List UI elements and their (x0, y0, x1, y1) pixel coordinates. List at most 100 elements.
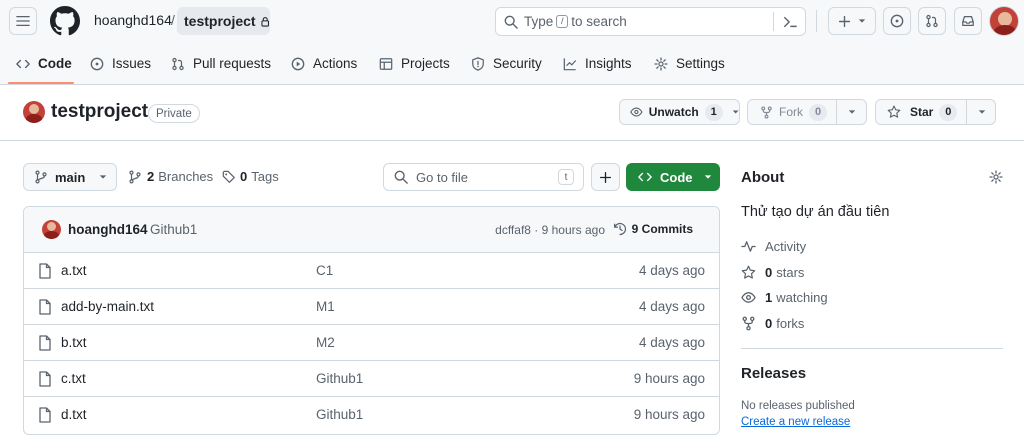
file-commit-message[interactable]: M1 (316, 299, 335, 314)
stars-count: 0 (765, 265, 773, 280)
commits-label: 9 Commits (631, 222, 693, 236)
github-icon (50, 6, 80, 36)
add-file-button[interactable] (591, 163, 620, 191)
file-name[interactable]: a.txt (61, 263, 87, 278)
active-tab-indicator (8, 82, 74, 84)
file-row[interactable]: a.txt C1 4 days ago (24, 253, 719, 289)
branch-selector[interactable]: main (23, 163, 117, 191)
issue-icon (90, 57, 104, 70)
tab-projects[interactable]: Projects (379, 42, 450, 85)
branches-link[interactable]: 2 Branches (128, 169, 213, 184)
tags-link[interactable]: 0 Tags (222, 169, 279, 184)
tab-settings[interactable]: Settings (654, 42, 725, 85)
file-row[interactable]: c.txt Github1 9 hours ago (24, 361, 719, 397)
repo-nav-tabs: Code Issues Pull requests Actions Projec… (0, 42, 1024, 85)
tab-security[interactable]: Security (471, 42, 542, 85)
file-commit-message[interactable]: C1 (316, 263, 333, 278)
graph-icon (563, 57, 577, 70)
stars-label: stars (776, 265, 805, 280)
user-avatar[interactable] (989, 6, 1019, 36)
tab-settings-label: Settings (676, 56, 725, 71)
search-shortcut: / (556, 15, 569, 28)
triangle-down-icon (732, 110, 739, 114)
watching-link[interactable]: 1 watching (741, 290, 828, 305)
git-branch-icon (129, 170, 141, 183)
star-button[interactable]: Star 0 (876, 100, 967, 124)
file-name[interactable]: b.txt (61, 335, 87, 350)
pull-requests-button[interactable] (918, 7, 946, 35)
star-dropdown-icon[interactable] (978, 108, 986, 116)
triangle-down-icon (858, 19, 866, 23)
menu-button[interactable] (9, 7, 37, 35)
tab-actions[interactable]: Actions (291, 42, 357, 85)
eye-icon (741, 292, 756, 303)
repo-breadcrumb[interactable]: testproject (177, 7, 270, 35)
releases-title[interactable]: Releases (741, 365, 806, 382)
github-logo[interactable] (50, 6, 80, 36)
file-name[interactable]: add-by-main.txt (61, 299, 154, 314)
file-name[interactable]: d.txt (61, 407, 87, 422)
commit-author-avatar[interactable] (42, 220, 61, 239)
tab-pull-requests[interactable]: Pull requests (171, 42, 271, 85)
code-button[interactable]: Code (626, 163, 720, 191)
tab-insights[interactable]: Insights (563, 42, 632, 85)
commit-hash-time[interactable]: dcffaf8 · 9 hours ago (495, 223, 605, 237)
gear-icon[interactable] (989, 170, 1003, 184)
search-prefix: Type (524, 14, 554, 29)
global-header: hoanghd164 / testproject Type / to searc… (0, 0, 1024, 85)
inbox-button[interactable] (954, 7, 982, 35)
repo-owner-avatar[interactable] (23, 101, 45, 123)
star-icon (887, 105, 901, 118)
latest-commit-bar: hoanghd164 Github1 dcffaf8 · 9 hours ago… (24, 207, 719, 253)
tab-code[interactable]: Code (16, 42, 72, 85)
about-description: Thử tạo dự án đầu tiên (741, 204, 890, 220)
unwatch-button[interactable]: Unwatch 1 (619, 99, 740, 125)
watching-count: 1 (765, 290, 773, 305)
triangle-down-icon (704, 175, 711, 179)
file-age: 9 hours ago (633, 371, 705, 386)
command-palette-icon[interactable] (783, 15, 797, 29)
branch-name: main (55, 169, 86, 185)
file-commit-message[interactable]: Github1 (316, 371, 363, 386)
stars-link[interactable]: 0 stars (741, 265, 804, 280)
fork-label: Fork (779, 105, 803, 119)
code-icon (16, 59, 30, 68)
commits-link[interactable]: 9 Commits (613, 222, 693, 236)
owner-link[interactable]: hoanghd164 (94, 12, 172, 28)
commit-message[interactable]: Github1 (150, 222, 197, 237)
file-age: 9 hours ago (633, 407, 705, 422)
commit-author[interactable]: hoanghd164 (68, 222, 148, 237)
branches-label: Branches (158, 169, 214, 184)
file-commit-message[interactable]: M2 (316, 335, 335, 350)
shield-icon (472, 56, 484, 71)
repo-forked-icon (742, 316, 755, 331)
watch-count: 1 (704, 103, 723, 121)
avatar-shoulders (44, 231, 59, 239)
file-commit-message[interactable]: Github1 (316, 407, 363, 422)
file-row[interactable]: add-by-main.txt M1 4 days ago (24, 289, 719, 325)
repo-title[interactable]: testproject (51, 101, 148, 123)
pull-request-icon (172, 57, 184, 70)
go-to-file-shortcut: t (558, 169, 574, 185)
fork-button[interactable]: Fork 0 (748, 100, 837, 124)
create-new-button[interactable] (828, 7, 876, 35)
activity-link[interactable]: Activity (741, 239, 806, 254)
fork-dropdown-icon[interactable] (848, 108, 856, 116)
file-row[interactable]: d.txt Github1 9 hours ago (24, 397, 719, 433)
watching-label: watching (776, 290, 828, 305)
file-row[interactable]: b.txt M2 4 days ago (24, 325, 719, 361)
file-name[interactable]: c.txt (61, 371, 86, 386)
tab-issues[interactable]: Issues (90, 42, 151, 85)
tab-insights-label: Insights (585, 56, 632, 71)
issues-button[interactable] (883, 7, 911, 35)
tab-pull-requests-label: Pull requests (193, 56, 272, 71)
repo-header: testproject Private Unwatch 1 Fork 0 Sta… (0, 86, 1024, 141)
global-search[interactable]: Type / to search (495, 7, 806, 36)
create-release-link[interactable]: Create a new release (741, 416, 850, 428)
forks-link[interactable]: 0 forks (741, 316, 804, 331)
star-icon (741, 265, 756, 279)
gear-icon (654, 56, 668, 71)
header-row: hoanghd164 / testproject Type / to searc… (0, 0, 1024, 42)
go-to-file-input[interactable]: Go to file t (383, 163, 584, 191)
header-divider (816, 10, 817, 32)
